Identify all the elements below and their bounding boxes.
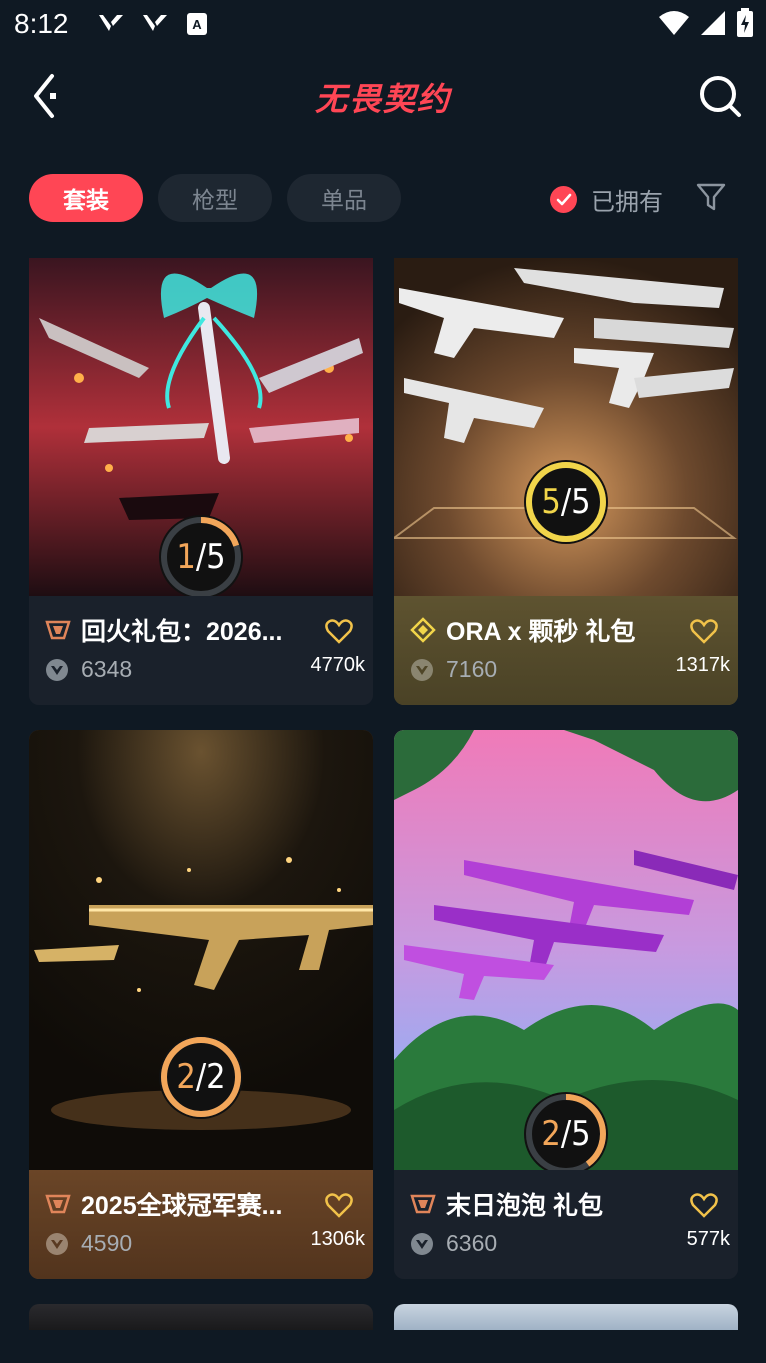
premium-tier-icon xyxy=(45,1194,71,1214)
owned-checkbox[interactable] xyxy=(550,186,577,213)
like-count: 1317k xyxy=(675,654,731,676)
heart-icon[interactable] xyxy=(690,1192,718,1218)
bundle-title-row: ORA x 颗秒 礼包 xyxy=(410,612,635,648)
progress-ring: 5/5 xyxy=(522,458,610,546)
bundle-grid: 1/5 回火礼包：2026... 6348 4770k 5 / 5 ORA x … xyxy=(0,258,766,1330)
progress-ring: 2/5 xyxy=(522,1090,610,1178)
bundle-price: 6348 xyxy=(81,656,133,682)
heart-icon[interactable] xyxy=(325,618,353,644)
like-count: 1306k xyxy=(310,1228,366,1250)
bundle-card-partial[interactable] xyxy=(394,1304,738,1330)
like-count: 4770k xyxy=(310,654,366,676)
price-row: 4590 xyxy=(45,1230,132,1257)
progress-ring: 1/5 xyxy=(157,513,245,601)
wifi-icon xyxy=(659,11,689,35)
svg-text:A: A xyxy=(192,17,202,32)
progress-label: 1/5 xyxy=(176,537,226,577)
bundle-card[interactable]: 1/5 回火礼包：2026... 6348 4770k xyxy=(29,258,373,705)
heart-icon[interactable] xyxy=(690,618,718,644)
bundle-title: 末日泡泡 礼包 xyxy=(446,1192,603,1220)
owned-label: 已拥有 xyxy=(591,189,663,216)
progress-ring: 2/2 xyxy=(157,1033,245,1121)
bundle-price: 7160 xyxy=(446,656,498,682)
bundle-price: 4590 xyxy=(81,1230,133,1256)
progress-label: 2/2 xyxy=(176,1057,226,1097)
premium-tier-icon xyxy=(45,620,71,640)
valorant-notification-icon xyxy=(99,15,123,31)
like-count: 577k xyxy=(686,1228,730,1250)
tab-bundles[interactable]: 套装 xyxy=(29,174,143,222)
bundle-info: 末日泡泡 礼包 6360 577k xyxy=(394,1170,738,1279)
tab-single-item[interactable]: 单品 xyxy=(287,174,401,222)
bundle-title-row: 回火礼包：2026... xyxy=(45,612,282,648)
bundle-title-row: 2025全球冠军赛... xyxy=(45,1186,282,1222)
tab-weapon-type[interactable]: 枪型 xyxy=(158,174,272,222)
valorant-notification-icon xyxy=(143,15,167,31)
heart-icon[interactable] xyxy=(325,1192,353,1218)
bundle-title: ORA x 颗秒 礼包 xyxy=(446,618,636,646)
bundle-title: 回火礼包：2026... xyxy=(81,618,283,646)
bundle-card[interactable]: 2/2 2025全球冠军赛... 4590 1306k xyxy=(29,730,373,1279)
app-notification-icon: A xyxy=(187,13,207,35)
vp-currency-icon xyxy=(411,658,433,681)
price-row: 6360 xyxy=(410,1230,497,1257)
search-icon[interactable] xyxy=(698,74,742,118)
bundle-title: 2025全球冠军赛... xyxy=(81,1192,283,1220)
owned-filter[interactable]: 已拥有 xyxy=(550,182,663,217)
bundle-card-partial[interactable] xyxy=(29,1304,373,1330)
notification-icons: A xyxy=(98,12,208,36)
filter-icon[interactable] xyxy=(696,182,726,212)
bundle-info: 回火礼包：2026... 6348 4770k xyxy=(29,596,373,705)
progress-label: 5/5 xyxy=(541,482,591,522)
status-bar: 8:12 A xyxy=(0,0,766,52)
check-icon xyxy=(556,193,571,205)
price-row: 6348 xyxy=(45,656,132,683)
bundle-info: ORA x 颗秒 礼包 7160 1317k xyxy=(394,596,738,705)
status-time: 8:12 xyxy=(14,8,69,39)
system-icons xyxy=(658,8,754,38)
bundle-card[interactable]: 2/5 末日泡泡 礼包 6360 577k xyxy=(394,730,738,1279)
bundle-card[interactable]: 5/5 ORA x 颗秒 礼包 7160 1317k xyxy=(394,258,738,705)
app-header: 无畏契约 xyxy=(0,52,766,144)
vp-currency-icon xyxy=(46,1232,68,1255)
vp-currency-icon xyxy=(46,658,68,681)
bundle-info: 2025全球冠军赛... 4590 1306k xyxy=(29,1170,373,1279)
price-row: 7160 xyxy=(410,656,497,683)
signal-icon xyxy=(701,11,725,35)
deluxe-tier-icon xyxy=(410,617,436,643)
bundle-price: 6360 xyxy=(446,1230,498,1256)
app-logo: 无畏契约 xyxy=(314,81,451,117)
category-tabs: 套装 枪型 单品 xyxy=(29,174,401,222)
premium-tier-icon xyxy=(410,1194,436,1214)
bundle-title-row: 末日泡泡 礼包 xyxy=(410,1186,603,1222)
vp-currency-icon xyxy=(411,1232,433,1255)
battery-icon xyxy=(737,8,753,37)
progress-label: 2/5 xyxy=(541,1114,591,1154)
